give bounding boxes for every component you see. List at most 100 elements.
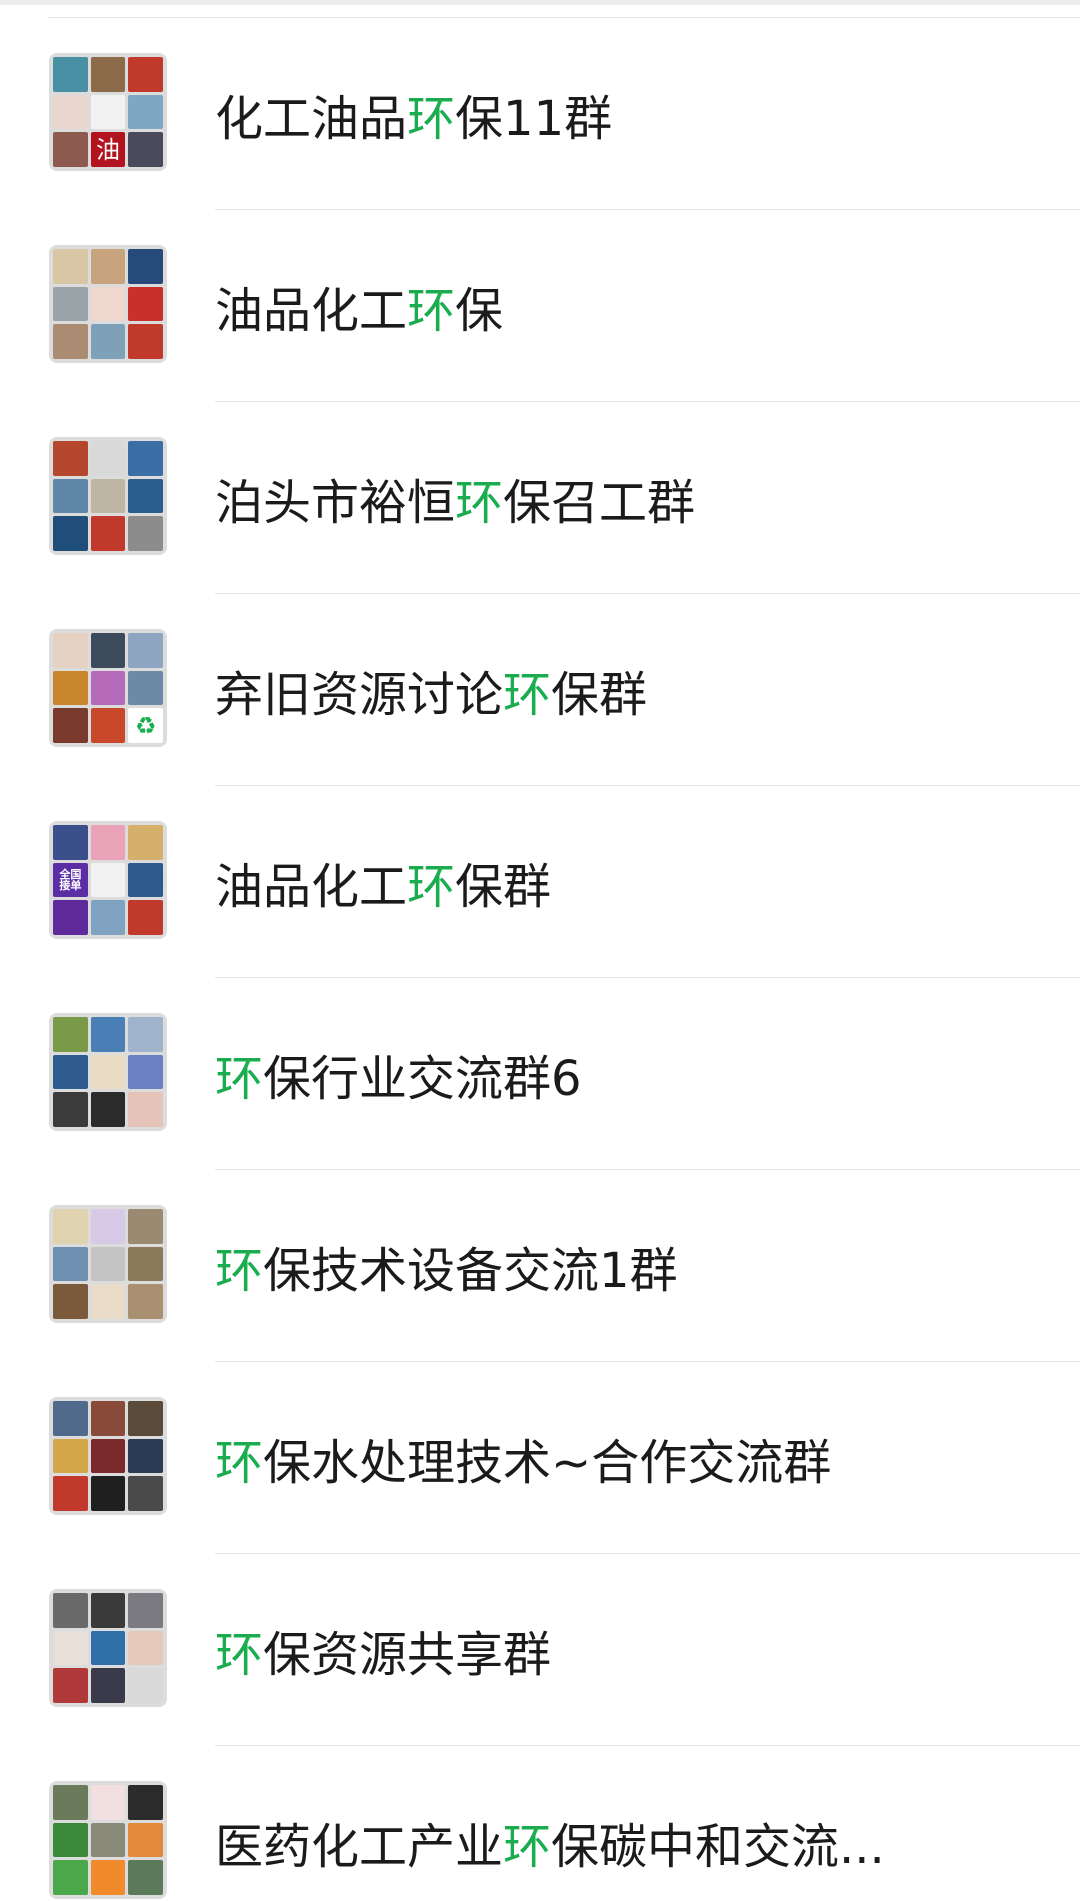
- avatar-tile: [53, 825, 88, 860]
- group-name: 油品化工环保: [215, 271, 503, 341]
- group-name-suffix: 保群: [551, 667, 648, 723]
- group-name-suffix: 保群: [455, 859, 552, 915]
- group-avatar[interactable]: 全国 接单: [49, 821, 167, 939]
- avatar-tile: [90, 862, 126, 898]
- avatar-tile: [128, 633, 163, 668]
- avatar-tile: [128, 1785, 163, 1820]
- avatar-tile: [128, 1401, 163, 1436]
- avatar-tile: [53, 1054, 88, 1090]
- group-chat-item[interactable]: ♻ 弃旧资源讨论环保群: [0, 594, 1080, 786]
- group-name: 环保水处理技术~合作交流群: [215, 1423, 831, 1493]
- group-avatar[interactable]: [49, 437, 167, 555]
- avatar-tile: [53, 1017, 88, 1052]
- search-keyword-highlight: 环: [407, 91, 456, 147]
- group-avatar[interactable]: [49, 1397, 167, 1515]
- avatar-tile: [90, 1092, 126, 1127]
- group-name-prefix: 油品化工: [215, 859, 408, 915]
- group-name: 环保技术设备交流1群: [215, 1231, 678, 1301]
- avatar-tile: [90, 1822, 126, 1858]
- avatar-tile: [128, 1822, 163, 1858]
- avatar-tile: [53, 1438, 88, 1474]
- avatar-tile: [53, 249, 88, 284]
- avatar-tile: [90, 249, 126, 284]
- group-name-suffix: 保召工群: [503, 475, 696, 531]
- group-chat-item[interactable]: 医药化工产业环保碳中和交流...: [0, 1746, 1080, 1901]
- group-name-suffix: 保技术设备交流1群: [263, 1243, 678, 1299]
- avatar-tile: [128, 1017, 163, 1052]
- avatar-tile: [53, 1092, 88, 1127]
- avatar-tile: [53, 1668, 88, 1703]
- avatar-tile: [128, 670, 163, 706]
- avatar-tile: [90, 1860, 126, 1895]
- avatar-tile: [90, 516, 126, 551]
- avatar-tile: [90, 1438, 126, 1474]
- group-chat-item[interactable]: 环保行业交流群6: [0, 978, 1080, 1170]
- group-list[interactable]: 油化工油品环保11群 油品化工环保 泊头市裕恒环保召工群 ♻ 弃旧资源讨论环保群 全国 接…: [0, 18, 1080, 1901]
- avatar-tile: [128, 441, 163, 476]
- avatar-tile: 全国 接单: [53, 862, 88, 898]
- search-keyword-highlight: 环: [215, 1243, 264, 1299]
- avatar-tile: [53, 900, 88, 935]
- group-chat-item[interactable]: 环保资源共享群: [0, 1554, 1080, 1746]
- avatar-tile: [128, 862, 163, 898]
- avatar-tile: [90, 1246, 126, 1282]
- group-avatar[interactable]: [49, 1205, 167, 1323]
- group-name: 化工油品环保11群: [215, 79, 612, 149]
- avatar-tile: [90, 1476, 126, 1511]
- group-avatar[interactable]: 油: [49, 53, 167, 171]
- group-name-suffix: 保水处理技术~合作交流群: [263, 1435, 832, 1491]
- group-name-suffix: 保行业交流群6: [263, 1051, 582, 1107]
- group-avatar[interactable]: [49, 1589, 167, 1707]
- avatar-tile: [53, 1630, 88, 1666]
- avatar-tile: [128, 1438, 163, 1474]
- avatar-tile: [90, 324, 126, 359]
- avatar-tile: [90, 478, 126, 514]
- group-chat-item[interactable]: 全国 接单 油品化工环保群: [0, 786, 1080, 978]
- search-keyword-highlight: 环: [455, 475, 504, 531]
- avatar-tile: ♻: [128, 708, 163, 743]
- group-name: 弃旧资源讨论环保群: [215, 655, 647, 725]
- group-name: 油品化工环保群: [215, 847, 551, 917]
- group-chat-item[interactable]: 环保水处理技术~合作交流群: [0, 1362, 1080, 1554]
- avatar-tile: [128, 1092, 163, 1127]
- avatar-tile: [90, 825, 126, 860]
- group-name-prefix: 弃旧资源讨论: [215, 667, 504, 723]
- avatar-tile: [128, 825, 163, 860]
- avatar-tile: [90, 441, 126, 476]
- group-chat-item[interactable]: 油 化工油品环保11群: [0, 18, 1080, 210]
- avatar-tile: [90, 1401, 126, 1436]
- avatar-tile: [53, 1476, 88, 1511]
- avatar-tile: [128, 1630, 163, 1666]
- avatar-tile: [128, 249, 163, 284]
- group-avatar[interactable]: ♻: [49, 629, 167, 747]
- group-avatar[interactable]: [49, 245, 167, 363]
- group-chat-item[interactable]: 油品化工环保: [0, 210, 1080, 402]
- group-avatar[interactable]: [49, 1781, 167, 1899]
- group-chat-item[interactable]: 泊头市裕恒环保召工群: [0, 402, 1080, 594]
- group-name-prefix: 油品化工: [215, 283, 408, 339]
- search-keyword-highlight: 环: [215, 1627, 264, 1683]
- group-chat-item[interactable]: 环保技术设备交流1群: [0, 1170, 1080, 1362]
- search-keyword-highlight: 环: [503, 1819, 552, 1875]
- avatar-tile: [128, 57, 163, 92]
- avatar-tile: 油: [90, 132, 126, 167]
- avatar-tile: [90, 57, 126, 92]
- avatar-tile: [53, 1593, 88, 1628]
- group-avatar[interactable]: [49, 1013, 167, 1131]
- avatar-tile: [90, 286, 126, 322]
- avatar-tile: [53, 57, 88, 92]
- avatar-tile: [90, 1668, 126, 1703]
- avatar-tile: [128, 1246, 163, 1282]
- avatar-tile: [90, 94, 126, 130]
- group-name-suffix: 保11群: [455, 91, 613, 147]
- search-keyword-highlight: 环: [503, 667, 552, 723]
- group-name: 医药化工产业环保碳中和交流...: [215, 1807, 885, 1877]
- chat-search-results-page: 油化工油品环保11群 油品化工环保 泊头市裕恒环保召工群 ♻ 弃旧资源讨论环保群 全国 接…: [0, 0, 1080, 1901]
- avatar-tile: [90, 1785, 126, 1820]
- avatar-tile: [53, 286, 88, 322]
- avatar-tile: [53, 1860, 88, 1895]
- avatar-tile: [53, 633, 88, 668]
- search-keyword-highlight: 环: [215, 1435, 264, 1491]
- group-name: 环保行业交流群6: [215, 1039, 582, 1109]
- avatar-tile: [90, 1209, 126, 1244]
